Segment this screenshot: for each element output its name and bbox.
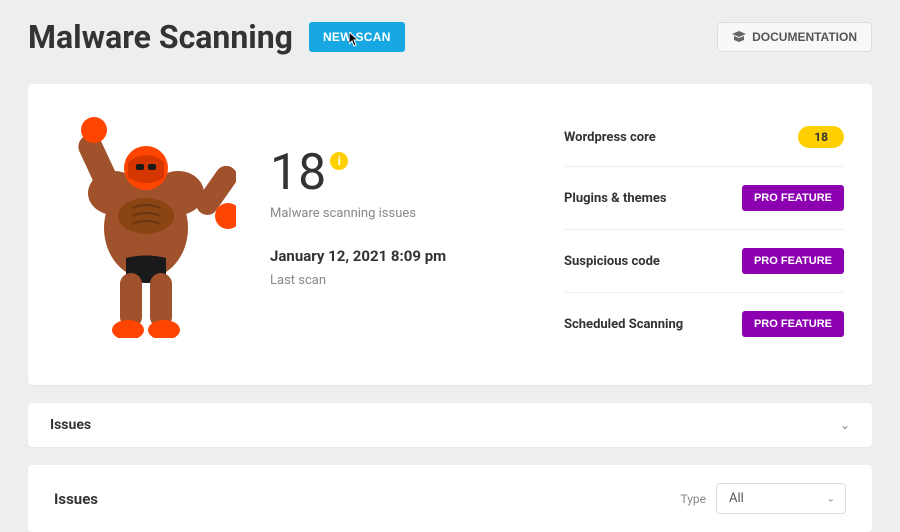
row-suspicious-code: Suspicious code PRO FEATURE bbox=[564, 230, 844, 293]
issue-count: 18 bbox=[270, 148, 326, 198]
scan-stats: 18 i Malware scanning issues January 12,… bbox=[260, 108, 540, 355]
row-plugins-themes: Plugins & themes PRO FEATURE bbox=[564, 167, 844, 230]
graduation-cap-icon bbox=[732, 31, 746, 43]
wordpress-core-count-badge: 18 bbox=[798, 126, 844, 148]
new-scan-button[interactable]: NEW SCAN bbox=[309, 22, 405, 52]
type-filter-label: Type bbox=[680, 492, 706, 506]
mascot-image bbox=[56, 108, 236, 338]
suspicious-code-pro-button[interactable]: PRO FEATURE bbox=[742, 248, 844, 274]
last-scan-label: Last scan bbox=[270, 273, 540, 288]
scan-categories: Wordpress core 18 Plugins & themes PRO F… bbox=[564, 108, 844, 355]
plugins-themes-pro-button[interactable]: PRO FEATURE bbox=[742, 185, 844, 211]
issues-panel-title: Issues bbox=[54, 490, 98, 508]
row-wordpress-core: Wordpress core 18 bbox=[564, 108, 844, 167]
documentation-button[interactable]: DOCUMENTATION bbox=[717, 22, 872, 52]
page-title: Malware Scanning bbox=[28, 18, 293, 56]
warning-icon: i bbox=[330, 152, 348, 170]
row-scheduled-scanning: Scheduled Scanning PRO FEATURE bbox=[564, 293, 844, 355]
type-filter-value: All bbox=[729, 491, 744, 506]
plugins-themes-label: Plugins & themes bbox=[564, 191, 667, 206]
page-header: Malware Scanning NEW SCAN DOCUMENTATION bbox=[28, 18, 872, 56]
issues-panel: Issues Type All ⌄ bbox=[28, 465, 872, 532]
issues-accordion[interactable]: Issues ⌄ bbox=[28, 403, 872, 447]
chevron-down-icon: ⌄ bbox=[827, 493, 835, 504]
chevron-down-icon: ⌄ bbox=[840, 418, 850, 432]
issue-count-label: Malware scanning issues bbox=[270, 206, 540, 221]
documentation-label: DOCUMENTATION bbox=[752, 30, 857, 44]
accordion-title: Issues bbox=[50, 417, 91, 433]
scheduled-scanning-label: Scheduled Scanning bbox=[564, 317, 683, 332]
new-scan-label: NEW SCAN bbox=[323, 30, 391, 44]
scheduled-scanning-pro-button[interactable]: PRO FEATURE bbox=[742, 311, 844, 337]
wordpress-core-label: Wordpress core bbox=[564, 130, 656, 145]
suspicious-code-label: Suspicious code bbox=[564, 254, 660, 269]
summary-card: 18 i Malware scanning issues January 12,… bbox=[28, 84, 872, 385]
type-filter-select[interactable]: All ⌄ bbox=[716, 483, 846, 514]
last-scan-date: January 12, 2021 8:09 pm bbox=[270, 247, 540, 265]
